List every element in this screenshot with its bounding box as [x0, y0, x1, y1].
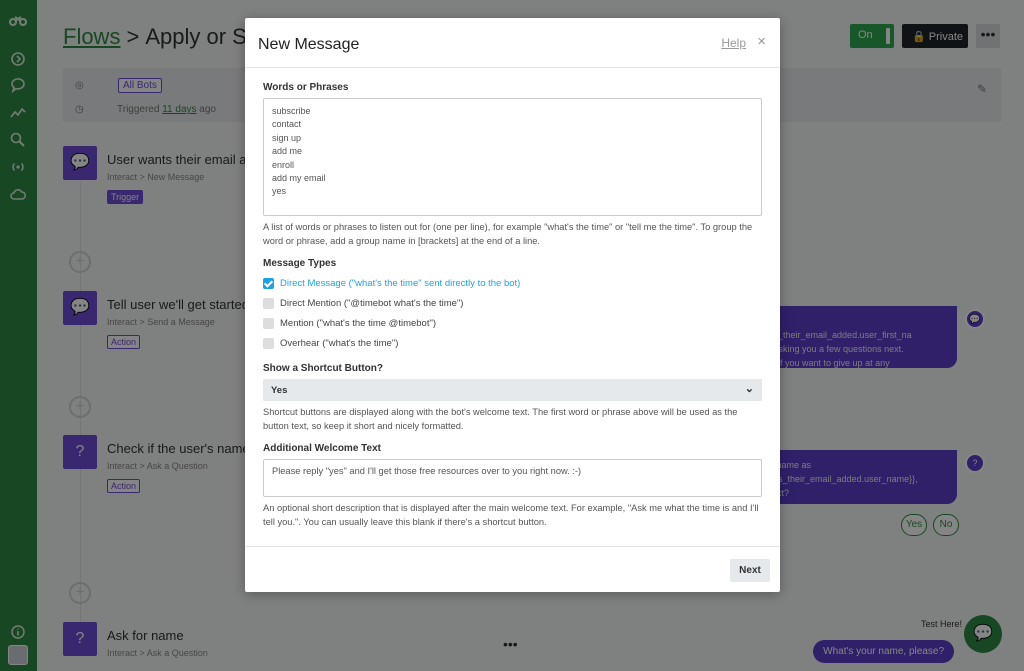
welcome-help-text: An optional short description that is di… [263, 503, 759, 527]
help-link[interactable]: Help [721, 36, 746, 50]
checkbox-label: Mention ("what's the time @timebot") [280, 317, 437, 329]
words-textarea[interactable]: subscribe contact sign up add me enroll … [263, 98, 762, 216]
checkbox-label: Direct Mention ("@timebot what's the tim… [280, 297, 464, 309]
message-types-list: Direct Message ("what's the time" sent d… [263, 273, 762, 353]
checkbox-icon [263, 297, 274, 309]
next-button[interactable]: Next [730, 559, 770, 582]
overhear-checkbox[interactable]: Overhear ("what's the time") [263, 333, 762, 353]
welcome-text-field[interactable]: Please reply "yes" and I'll get those fr… [263, 459, 762, 497]
close-icon[interactable]: × [757, 33, 766, 50]
modal-title: New Message [258, 36, 360, 53]
shortcut-help-text: Shortcut buttons are displayed along wit… [263, 407, 738, 431]
message-types-label: Message Types [263, 258, 337, 269]
shortcut-select[interactable]: Yes ⌄ [263, 379, 762, 401]
checkbox-icon [263, 317, 274, 329]
words-help-text: A list of words or phrases to listen out… [263, 222, 753, 246]
new-message-modal: New Message Help × Words or Phrases subs… [245, 18, 780, 592]
modal-footer: Next [245, 546, 780, 592]
shortcut-value: Yes [271, 385, 288, 396]
shortcut-label: Show a Shortcut Button? [263, 363, 383, 374]
words-label: Words or Phrases [263, 82, 349, 93]
checkbox-label: Direct Message ("what's the time" sent d… [280, 277, 521, 289]
chevron-down-icon: ⌄ [744, 383, 754, 395]
modal-body: Words or Phrases subscribe contact sign … [263, 82, 762, 529]
modal-header: New Message Help × [245, 18, 780, 68]
checkbox-checked-icon [263, 277, 274, 289]
direct-mention-checkbox[interactable]: Direct Mention ("@timebot what's the tim… [263, 293, 762, 313]
welcome-label: Additional Welcome Text [263, 443, 381, 454]
direct-message-checkbox[interactable]: Direct Message ("what's the time" sent d… [263, 273, 762, 293]
mention-checkbox[interactable]: Mention ("what's the time @timebot") [263, 313, 762, 333]
checkbox-icon [263, 337, 274, 349]
checkbox-label: Overhear ("what's the time") [280, 337, 399, 349]
